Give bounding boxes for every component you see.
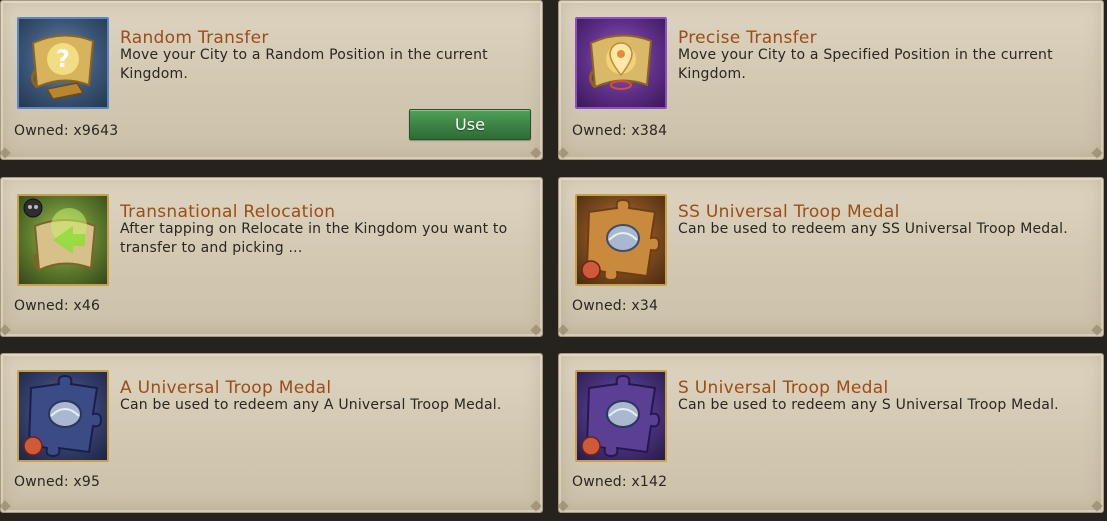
item-title: S Universal Troop Medal — [678, 378, 889, 398]
item-list: ? Random Transfer Move your City to a Ra… — [0, 0, 1107, 521]
item-description: Can be used to redeem any A Universal Tr… — [120, 397, 502, 413]
item-description: Move your City to a Random Position in t… — [120, 47, 488, 82]
owned-count: Owned: x46 — [14, 298, 101, 314]
item-description: Can be used to redeem any S Universal Tr… — [678, 397, 1059, 413]
item-card-ss-universal-troop-medal[interactable]: SS Universal Troop Medal Can be used to … — [558, 177, 1104, 337]
item-title: SS Universal Troop Medal — [678, 202, 900, 222]
item-description: After tapping on Relocate in the Kingdom… — [120, 221, 508, 256]
owned-count: Owned: x9643 — [14, 123, 119, 139]
scroll-question-icon: ? — [17, 17, 109, 109]
item-title: Precise Transfer — [678, 28, 817, 48]
svg-text:?: ? — [56, 45, 70, 73]
scroll-pin-icon — [575, 17, 667, 109]
item-title: A Universal Troop Medal — [120, 378, 332, 398]
owned-count: Owned: x384 — [572, 123, 668, 139]
item-description: Can be used to redeem any SS Universal T… — [678, 221, 1068, 237]
item-card-a-universal-troop-medal[interactable]: A Universal Troop Medal Can be used to r… — [0, 353, 543, 513]
item-card-precise-transfer[interactable]: Precise Transfer Move your City to a Spe… — [558, 0, 1104, 160]
puzzle-medal-icon — [17, 370, 109, 462]
owned-count: Owned: x34 — [572, 298, 659, 314]
item-description: Move your City to a Specified Position i… — [678, 47, 1053, 82]
use-button[interactable]: Use — [409, 109, 531, 140]
puzzle-medal-icon — [575, 370, 667, 462]
puzzle-medal-icon — [575, 194, 667, 286]
item-card-transnational-relocation[interactable]: Transnational Relocation After tapping o… — [0, 177, 543, 337]
item-title: Transnational Relocation — [120, 202, 336, 222]
owned-count: Owned: x95 — [14, 474, 101, 490]
scroll-relocation-icon — [17, 194, 109, 286]
item-card-s-universal-troop-medal[interactable]: S Universal Troop Medal Can be used to r… — [558, 353, 1104, 513]
item-card-random-transfer[interactable]: ? Random Transfer Move your City to a Ra… — [0, 0, 543, 160]
owned-count: Owned: x142 — [572, 474, 668, 490]
item-title: Random Transfer — [120, 28, 269, 48]
